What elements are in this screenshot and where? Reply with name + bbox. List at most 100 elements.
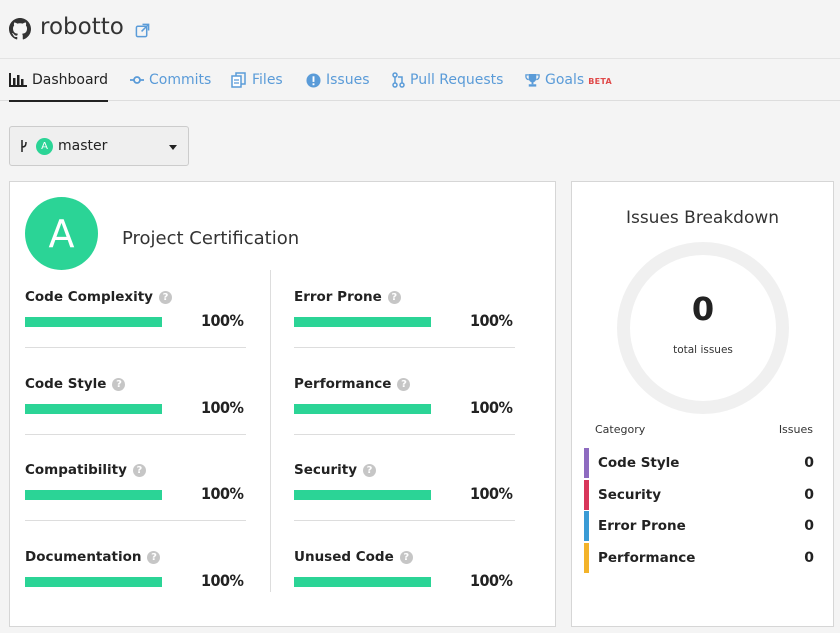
help-icon[interactable]: ? (132, 463, 146, 477)
tab-issues[interactable]: Issues (306, 59, 370, 101)
column-divider (270, 270, 271, 592)
commit-icon (130, 76, 144, 84)
metric-name: Error Prone (294, 289, 382, 305)
category-label: Security (598, 486, 662, 503)
tab-goals[interactable]: Goals BETA (525, 59, 612, 101)
category-column-header: Category (595, 423, 646, 436)
metric-separator (294, 434, 515, 435)
tab-label: Dashboard (32, 71, 108, 88)
repo-header: robotto (0, 0, 840, 58)
metric-progress-fill (294, 490, 431, 500)
metric-separator (294, 347, 515, 348)
metric-value: 100% (201, 484, 244, 503)
metric-progress-bar (294, 577, 431, 587)
metric-name: Documentation (25, 549, 142, 565)
metric-label: Code Complexity? (25, 289, 172, 305)
category-issue-count: 0 (804, 518, 814, 534)
tab-label: Pull Requests (410, 72, 504, 88)
grade-badge: A (25, 197, 98, 270)
metric-value: 100% (470, 311, 513, 330)
category-issue-count: 0 (804, 486, 814, 503)
metric-progress-bar (294, 404, 431, 414)
metric-label: Performance? (294, 376, 411, 392)
metric-progress-fill (294, 404, 431, 414)
metric-security: Security? 100% (294, 462, 515, 548)
chevron-down-icon (169, 145, 177, 150)
breakdown-title: Issues Breakdown (625, 208, 780, 228)
help-icon[interactable]: ? (363, 463, 377, 477)
category-label: Performance (598, 549, 696, 566)
issues-column-header: Issues (778, 423, 813, 436)
total-issues-label: total issues (673, 344, 733, 356)
tab-pull-requests[interactable]: Pull Requests (392, 59, 503, 101)
tab-label: Goals (545, 72, 585, 88)
github-icon (9, 18, 31, 40)
tab-label: Commits (149, 72, 212, 88)
branch-icon (21, 140, 27, 152)
metric-name: Code Complexity (25, 289, 153, 305)
project-certification-card: A Project Certification Code Complexity?… (9, 181, 556, 627)
metric-value: 100% (470, 571, 513, 590)
metric-value: 100% (470, 484, 513, 503)
metric-progress-bar (25, 317, 162, 327)
repo-nav: Dashboard Commits Files Issues Pull Requ… (0, 58, 840, 102)
issues-donut (617, 242, 789, 414)
metric-compatibility: Compatibility? 100% (25, 462, 246, 548)
metric-label: Unused Code? (294, 549, 413, 565)
category-issue-count: 0 (804, 549, 814, 566)
certification-title: Project Certification (122, 228, 300, 249)
metric-separator (25, 347, 246, 348)
bar-chart-icon (9, 72, 27, 87)
repo-name: robotto (40, 14, 124, 40)
help-icon[interactable]: ? (387, 290, 401, 304)
help-icon[interactable]: ? (399, 550, 413, 564)
branch-name: master (58, 138, 108, 154)
help-icon[interactable]: ? (397, 377, 411, 391)
total-issues-count: 0 (691, 290, 715, 328)
help-icon[interactable]: ? (147, 550, 161, 564)
branch-selector[interactable]: A master (9, 126, 189, 166)
breakdown-row-security[interactable]: Security 0 (584, 479, 816, 510)
tab-dashboard[interactable]: Dashboard (9, 59, 108, 102)
metric-name: Code Style (25, 376, 107, 392)
metric-progress-fill (25, 577, 162, 587)
metric-label: Error Prone? (294, 289, 401, 305)
metric-progress-bar (25, 404, 162, 414)
beta-badge: BETA (588, 77, 612, 86)
help-icon[interactable]: ? (112, 377, 126, 391)
category-color-stripe (584, 448, 589, 478)
issues-breakdown-card: Issues Breakdown 0 total issues Category… (571, 181, 834, 627)
tab-files[interactable]: Files (231, 59, 283, 101)
metric-name: Unused Code (294, 549, 394, 565)
metric-progress-bar (294, 490, 431, 500)
tab-commits[interactable]: Commits (130, 59, 211, 101)
metric-value: 100% (201, 398, 244, 417)
metric-unused-code: Unused Code? 100% (294, 549, 515, 633)
breakdown-row-performance[interactable]: Performance 0 (584, 542, 816, 573)
metric-separator (25, 520, 246, 521)
category-label: Error Prone (598, 518, 686, 534)
breakdown-row-error-prone[interactable]: Error Prone 0 (584, 511, 816, 541)
metric-progress-fill (25, 490, 162, 500)
tab-label: Issues (326, 72, 370, 88)
metric-label: Documentation? (25, 549, 161, 565)
metric-separator (25, 434, 246, 435)
pull-request-icon (392, 72, 405, 88)
metric-name: Compatibility (25, 462, 127, 478)
exclamation-circle-icon (306, 72, 321, 88)
category-color-stripe (584, 511, 589, 541)
metric-progress-fill (25, 404, 162, 414)
metric-documentation: Documentation? 100% (25, 549, 246, 633)
help-icon[interactable]: ? (159, 290, 172, 304)
breakdown-row-code-style[interactable]: Code Style 0 (584, 448, 816, 478)
external-link-icon[interactable] (135, 23, 150, 38)
metric-name: Security (294, 462, 358, 478)
metric-progress-bar (25, 490, 162, 500)
category-label: Code Style (598, 455, 680, 471)
metric-value: 100% (470, 398, 513, 417)
metric-progress-fill (294, 577, 431, 587)
category-color-stripe (584, 542, 589, 573)
metric-label: Security? (294, 462, 377, 478)
metric-progress-bar (25, 577, 162, 587)
files-icon (231, 72, 246, 88)
